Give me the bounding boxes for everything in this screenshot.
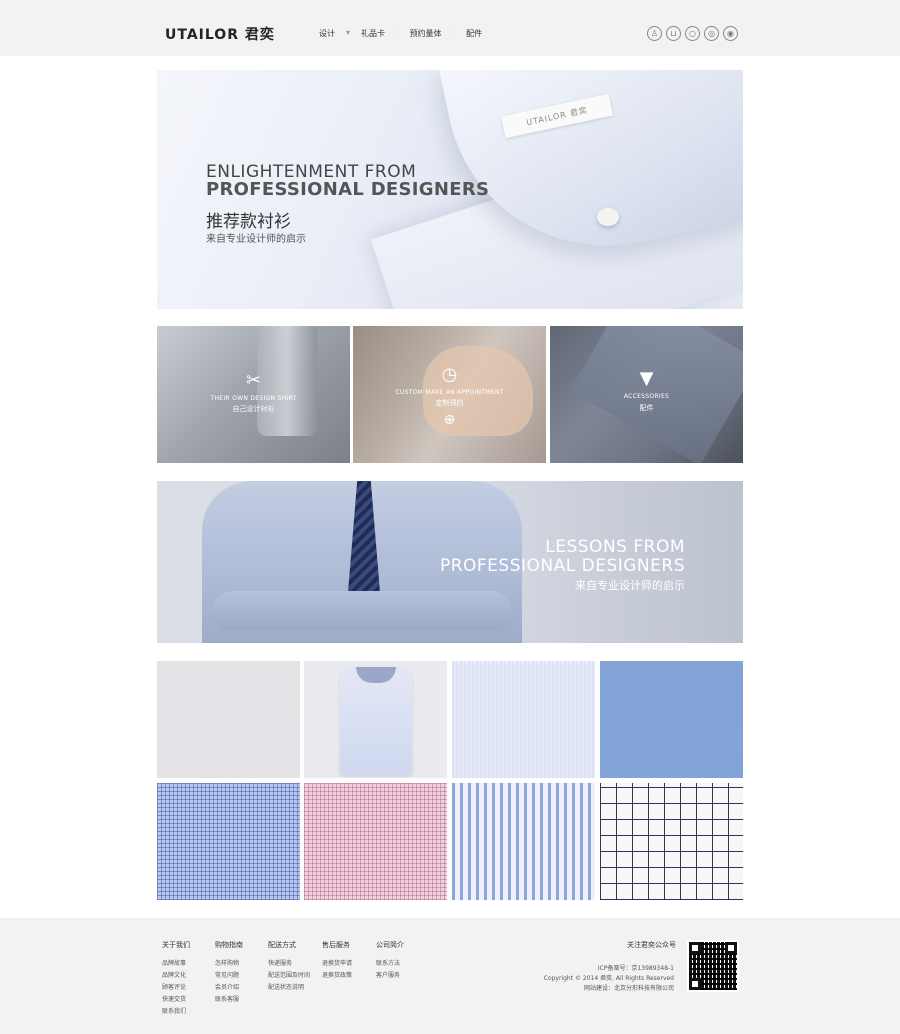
site-footer: 关于我们 品牌故事 品牌文化 顾客评论 快速交货 联系我们 购物指南 怎样购物 …	[0, 918, 900, 1034]
footer-link[interactable]: 退换货申请	[322, 958, 352, 967]
hero-cn-title: 推荐款衬衫	[206, 212, 291, 232]
site-header: UTAILOR 君奕 设计 ▾ 礼品卡 · 预约量体 · 配件 ♙ ⊔ ○ ◎ …	[0, 0, 900, 56]
footer-column-title: 售后服务	[322, 941, 350, 949]
footer-link[interactable]: 配送范围及时间	[268, 970, 310, 979]
nav-design[interactable]: 设计	[319, 28, 335, 39]
tile-cn-label: 定制预约	[435, 399, 464, 407]
tile-cn-label: 配件	[639, 404, 654, 412]
lessons-en-line1: LESSONS FROM	[545, 537, 685, 557]
tie-icon: ▼	[639, 368, 654, 389]
footer-link[interactable]: 常见问题	[215, 970, 243, 979]
clock-icon: ◷	[441, 364, 458, 385]
qr-finder-pattern	[689, 978, 701, 990]
shirt-button-graphic	[597, 208, 619, 226]
footer-link[interactable]: 客户服务	[376, 970, 404, 979]
hero-en-line2: PROFESSIONAL DESIGNERS	[206, 179, 490, 200]
nav-separator: ·	[396, 28, 399, 37]
tile-accessories[interactable]: ▼ ACCESSORIES 配件	[550, 326, 743, 463]
footer-column-title: 关于我们	[162, 941, 190, 949]
footer-link[interactable]: 联系客服	[215, 994, 243, 1003]
main-nav: 设计 ▾ 礼品卡 · 预约量体 · 配件	[319, 28, 493, 39]
nav-separator: ·	[452, 28, 456, 37]
footer-column-after-sales: 售后服务 退换货申请 退换货政策	[322, 940, 352, 982]
fabric-swatch-blue-check[interactable]	[157, 783, 300, 900]
nav-appointment[interactable]: 预约量体	[410, 28, 442, 39]
nav-dropdown-icon[interactable]: ▾	[346, 28, 350, 39]
user-icon[interactable]: ♙	[647, 26, 662, 41]
footer-link[interactable]: 配送状态说明	[268, 982, 310, 991]
sewing-machine-graphic	[257, 326, 317, 436]
footer-column-delivery: 配送方式 快递服务 配送范围及时间 配送状态说明	[268, 940, 310, 994]
nav-gift-card[interactable]: 礼品卡	[361, 28, 385, 39]
fabric-swatch-pink-check[interactable]	[304, 783, 447, 900]
footer-column-company: 公司简介 联系方法 客户服务	[376, 940, 404, 982]
lessons-cn-subtitle: 来自专业设计师的启示	[575, 579, 685, 592]
fabric-swatch-navy-grid[interactable]	[600, 783, 743, 900]
follow-wechat-label: 关注君奕公众号	[627, 941, 676, 949]
footer-link[interactable]: 快速交货	[162, 994, 190, 1003]
fabric-swatch-blue[interactable]	[600, 661, 743, 778]
cart-icon[interactable]: ⊔	[666, 26, 681, 41]
tile-design-shirt[interactable]: ✂ THEIR OWN DESIGN SHIRT 自己设计衬衫	[157, 326, 350, 463]
footer-column-title: 配送方式	[268, 941, 296, 949]
footer-legal-info: ICP备案号：京13989348-1 Copyright © 2014 君奕. …	[544, 964, 674, 994]
qr-finder-pattern	[689, 942, 701, 954]
fabric-swatch-blue-stripe[interactable]	[452, 783, 595, 900]
tile-cn-label: 自己设计衬衫	[232, 405, 275, 413]
site-logo[interactable]: UTAILOR 君奕	[165, 24, 275, 44]
hero-banner-recommended-shirts[interactable]: UTAILOR 君奕 ENLIGHTENMENT FROM PROFESSION…	[157, 70, 743, 309]
shirt-body-graphic	[340, 667, 412, 775]
footer-link[interactable]: 快递服务	[268, 958, 310, 967]
hero-cn-subtitle: 来自专业设计师的启示	[206, 234, 306, 245]
qr-code-image	[687, 940, 739, 992]
footer-link[interactable]: 品牌故事	[162, 958, 190, 967]
expand-plus-icon[interactable]: ⊕	[444, 413, 456, 427]
lessons-banner[interactable]: LESSONS FROM PROFESSIONAL DESIGNERS 来自专业…	[157, 481, 743, 643]
tile-appointment[interactable]: ◷ CUSTOM MAKE AN APPOINTMENT 定制预约 ⊕	[353, 326, 546, 463]
tile-en-label: ACCESSORIES	[623, 393, 670, 400]
footer-link[interactable]: 品牌文化	[162, 970, 190, 979]
header-icon-group: ♙ ⊔ ○ ◎ ◉	[647, 26, 742, 41]
qr-finder-pattern	[725, 942, 737, 954]
tile-en-label: THEIR OWN DESIGN SHIRT	[210, 395, 297, 402]
product-shirt-image[interactable]	[304, 661, 447, 778]
model-arms-graphic	[212, 591, 512, 631]
wechat-icon[interactable]: ◎	[704, 26, 719, 41]
copyright-text: Copyright © 2014 君奕. All Rights Reserved	[543, 975, 674, 982]
icp-number: ICP备案号：京13989348-1	[597, 965, 674, 972]
footer-column-about: 关于我们 品牌故事 品牌文化 顾客评论 快速交货 联系我们	[162, 940, 190, 1018]
fabric-swatch-light-blue-stripe[interactable]	[452, 661, 595, 778]
nav-accessories[interactable]: 配件	[466, 28, 482, 39]
site-builder-credit: 网站建设：北京分形科技有限公司	[583, 985, 674, 992]
lessons-en-line2: PROFESSIONAL DESIGNERS	[439, 556, 685, 576]
footer-link[interactable]: 联系我们	[162, 1006, 190, 1015]
footer-column-title: 公司简介	[376, 941, 404, 949]
scissors-icon: ✂	[245, 370, 262, 391]
footer-link[interactable]: 联系方法	[376, 958, 404, 967]
search-icon[interactable]: ○	[685, 26, 700, 41]
footer-column-title: 购物指南	[215, 941, 243, 949]
tile-en-label: CUSTOM MAKE AN APPOINTMENT	[395, 389, 504, 396]
fabric-swatch-white[interactable]	[157, 661, 300, 778]
footer-column-shopping-guide: 购物指南 怎样购物 常见问题 会员介绍 联系客服	[215, 940, 243, 1006]
footer-link[interactable]: 顾客评论	[162, 982, 190, 991]
footer-link[interactable]: 退换货政策	[322, 970, 352, 979]
footer-link[interactable]: 怎样购物	[215, 958, 243, 967]
footer-link[interactable]: 会员介绍	[215, 982, 243, 991]
weibo-icon[interactable]: ◉	[723, 26, 738, 41]
